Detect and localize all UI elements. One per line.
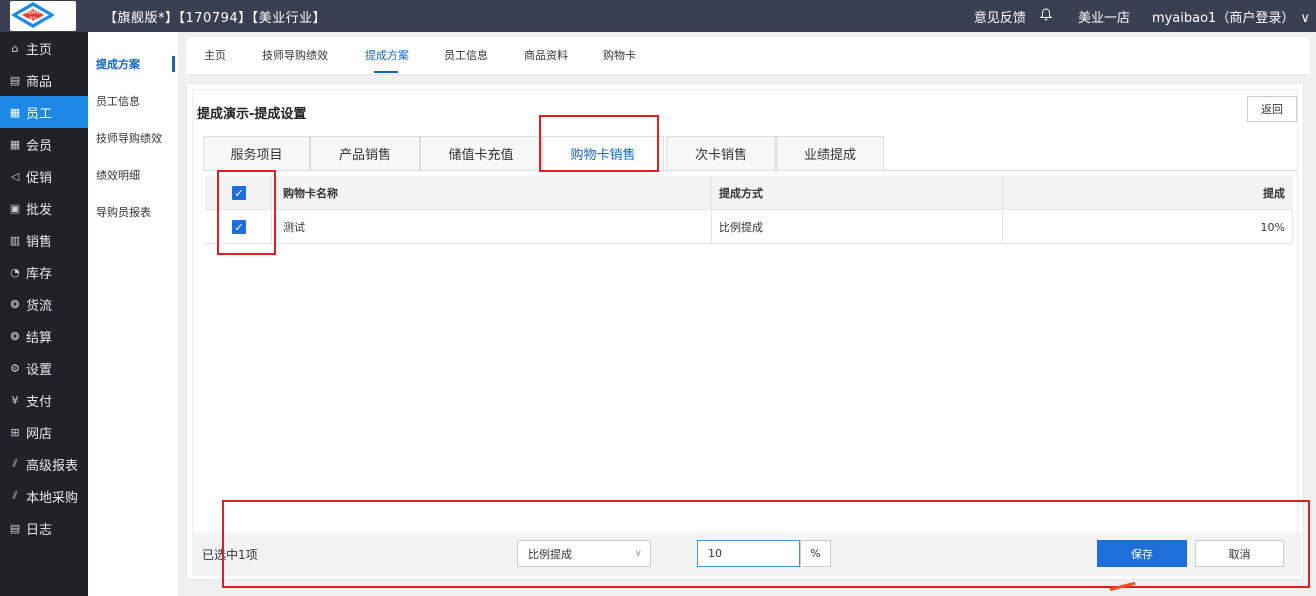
tab-product-sales[interactable]: 产品销售 — [310, 136, 420, 170]
sidebar-item-log[interactable]: ▤ 日志 — [0, 512, 88, 544]
back-button[interactable]: 返回 — [1247, 96, 1297, 122]
top-right-menu: 意见反馈 美业一店 myaibao1（商户登录） ∨ — [960, 0, 1316, 32]
sidebar-item-label: 支付 — [26, 394, 53, 410]
sidebar-item-logistics[interactable]: ❂ 货流 — [0, 288, 88, 320]
sidebar-item-label: 批发 — [26, 202, 53, 218]
sidebar-item-product[interactable]: ▤ 商品 — [0, 64, 88, 96]
sidebar-item-staff[interactable]: ▦ 员工 — [0, 96, 88, 128]
cell-commission: 10% — [1260, 220, 1285, 234]
sidebar-item-settlement[interactable]: ❂ 结算 — [0, 320, 88, 352]
tab-shopping-card[interactable]: 购物卡 — [603, 47, 636, 63]
shop-icon: ⊞ — [10, 425, 20, 439]
subnav-item-staff-info[interactable]: 员工信息 — [88, 82, 178, 119]
subnav-item-commission-plan[interactable]: 提成方案 — [88, 45, 178, 82]
tab-stored-card-recharge[interactable]: 储值卡充值 — [420, 136, 542, 170]
page-title: 提成演示-提成设置 — [197, 107, 307, 122]
sidebar-item-label: 设置 — [26, 362, 53, 378]
logistics-icon: ❂ — [10, 297, 20, 311]
subnav-item-guide-report[interactable]: 导购员报表 — [88, 193, 178, 230]
sidebar-item-wholesale[interactable]: ▣ 批发 — [0, 192, 88, 224]
sidebar-item-label: 库存 — [26, 266, 53, 282]
subnav-item-performance-detail[interactable]: 绩效明细 — [88, 156, 178, 193]
settlement-icon: ❂ — [10, 329, 20, 343]
bell-icon[interactable] — [1039, 7, 1053, 25]
sidebar-item-settings[interactable]: ⚙ 设置 — [0, 352, 88, 384]
sidebar-item-payment[interactable]: ¥ 支付 — [0, 384, 88, 416]
sidebar-item-report[interactable]: ⫽ 高级报表 — [0, 448, 88, 480]
sidebar-item-label: 会员 — [26, 138, 53, 154]
purchase-icon: ⫽ — [12, 489, 18, 502]
feedback-link[interactable]: 意见反馈 — [974, 7, 1026, 26]
sidebar-item-label: 员工 — [26, 106, 53, 122]
col-header-method: 提成方式 — [719, 187, 763, 200]
store-selector[interactable]: 美业一店 — [1078, 7, 1130, 26]
user-menu[interactable]: myaibao1（商户登录） ∨ — [1152, 7, 1310, 26]
settings-icon: ⚙ — [10, 361, 20, 375]
home-icon: ⌂ — [11, 41, 19, 55]
tab-service-items[interactable]: 服务项目 — [203, 136, 310, 170]
wholesale-icon: ▣ — [9, 201, 21, 215]
tab-divider — [203, 170, 1297, 171]
column-divider — [1002, 176, 1003, 210]
column-divider — [711, 210, 712, 244]
user-name: myaibao1（商户登录） — [1151, 10, 1295, 26]
payment-icon: ¥ — [11, 393, 19, 407]
logo-icon: AIBAO 爱宝 — [11, 2, 55, 28]
col-header-card-name: 购物卡名称 — [283, 187, 338, 200]
column-divider — [1292, 210, 1293, 244]
sidebar-item-label: 货流 — [26, 298, 53, 314]
logo[interactable]: AIBAO 爱宝 — [0, 0, 88, 32]
annotation-box-tab — [539, 115, 659, 172]
inventory-icon: ◔ — [10, 265, 20, 279]
staff-icon: ▦ — [9, 105, 21, 119]
table-header-row: ✓ 购物卡名称 提成方式 提成 — [205, 176, 1293, 210]
product-icon: ▤ — [9, 73, 21, 87]
tab-staff-info[interactable]: 员工信息 — [444, 47, 488, 63]
sub-navigation: 提成方案 员工信息 技师导购绩效 绩效明细 导购员报表 — [88, 32, 178, 596]
tab-home[interactable]: 主页 — [204, 47, 226, 63]
report-icon: ⫽ — [12, 457, 18, 470]
logo-text-bottom: 爱宝 — [29, 15, 37, 21]
cell-card-name: 测试 — [283, 221, 305, 234]
tab-times-card-sales[interactable]: 次卡销售 — [666, 136, 776, 170]
promotion-icon: ◁ — [10, 169, 20, 183]
edition-title: 【旗舰版*】【170794】【美业行业】 — [104, 11, 327, 26]
sidebar-item-label: 高级报表 — [26, 458, 79, 474]
sidebar-item-shop[interactable]: ⊞ 网店 — [0, 416, 88, 448]
active-tab-indicator — [374, 71, 398, 73]
annotation-box-checkboxes — [217, 170, 276, 255]
sidebar-item-label: 促销 — [26, 170, 53, 186]
member-icon: ▦ — [9, 137, 21, 151]
sidebar-item-member[interactable]: ▦ 会员 — [0, 128, 88, 160]
page-tabs: 主页 技师导购绩效 提成方案 员工信息 商品资料 购物卡 — [186, 37, 1310, 75]
sidebar: ⌂ 主页 ▤ 商品 ▦ 员工 ▦ 会员 ◁ 促销 ▣ 批发 ▥ 销售 ◔ 库存 … — [0, 32, 88, 596]
tab-commission-plan[interactable]: 提成方案 — [365, 47, 409, 63]
sidebar-item-label: 本地采购 — [26, 490, 79, 506]
column-divider — [711, 176, 712, 210]
sales-chart-icon: ▥ — [9, 233, 21, 247]
sidebar-item-purchase[interactable]: ⫽ 本地采购 — [0, 480, 88, 512]
sidebar-item-home[interactable]: ⌂ 主页 — [0, 32, 88, 64]
tab-performance[interactable]: 技师导购绩效 — [262, 47, 328, 63]
sidebar-item-sales[interactable]: ▥ 销售 — [0, 224, 88, 256]
tab-product-data[interactable]: 商品资料 — [524, 47, 568, 63]
cell-method: 比例提成 — [719, 221, 763, 234]
annotation-box-bottom-bar — [222, 500, 1310, 588]
sidebar-item-label: 销售 — [26, 234, 53, 250]
table-row[interactable]: ✓ 测试 比例提成 10% — [205, 210, 1293, 244]
sidebar-item-promotion[interactable]: ◁ 促销 — [0, 160, 88, 192]
top-bar: AIBAO 爱宝 【旗舰版*】【170794】【美业行业】 意见反馈 美业一店 … — [0, 0, 1316, 32]
sidebar-item-inventory[interactable]: ◔ 库存 — [0, 256, 88, 288]
sidebar-item-label: 主页 — [26, 42, 53, 58]
column-divider — [1002, 210, 1003, 244]
log-icon: ▤ — [9, 521, 21, 535]
sidebar-item-label: 结算 — [26, 330, 53, 346]
tab-performance-commission[interactable]: 业绩提成 — [776, 136, 884, 170]
sidebar-item-label: 网店 — [26, 426, 53, 442]
sidebar-item-label: 商品 — [26, 74, 53, 90]
col-header-commission: 提成 — [1263, 187, 1285, 200]
subnav-item-performance[interactable]: 技师导购绩效 — [88, 119, 178, 156]
chevron-down-icon: ∨ — [1300, 10, 1310, 26]
sidebar-item-label: 日志 — [26, 522, 53, 538]
